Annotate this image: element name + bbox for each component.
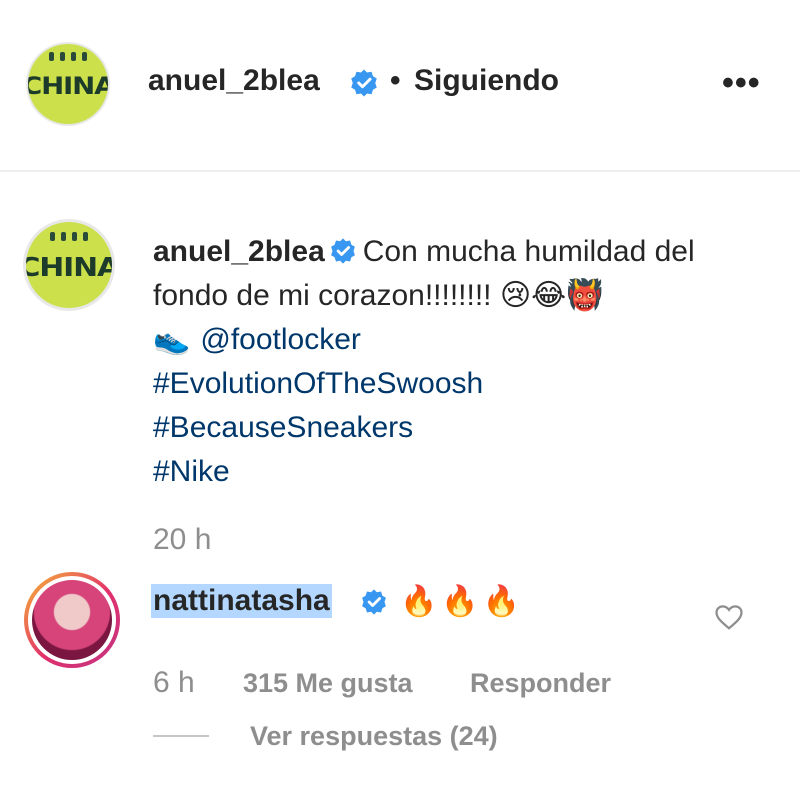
avatar-logo: CHINA xyxy=(28,72,108,100)
like-heart-icon[interactable] xyxy=(714,602,744,632)
comment-timestamp[interactable]: 6 h xyxy=(153,666,195,700)
post-caption: anuel_2blea Con mucha humildad del fondo … xyxy=(153,230,763,494)
mention-footlocker[interactable]: @footlocker xyxy=(200,323,361,356)
caption-avatar-logo: CHINA xyxy=(26,253,112,283)
header-username[interactable]: anuel_2blea xyxy=(148,64,320,98)
header-divider xyxy=(0,170,800,172)
comment-verified-badge-icon xyxy=(362,589,386,615)
caption-avatar-figures xyxy=(26,232,112,241)
reply-button[interactable]: Responder xyxy=(470,668,611,699)
post-header: CHINA anuel_2blea • Siguiendo ••• xyxy=(0,0,800,170)
comment-text: 🔥🔥🔥 xyxy=(400,584,525,619)
comment-likes[interactable]: 315 Me gusta xyxy=(243,668,413,699)
view-replies-button[interactable]: Ver respuestas (24) xyxy=(250,721,498,752)
replies-divider-line xyxy=(153,735,209,737)
commenter-photo xyxy=(28,576,116,664)
caption-verified-badge-icon xyxy=(330,238,355,264)
caption-username[interactable]: anuel_2blea xyxy=(153,235,325,268)
verified-badge-icon xyxy=(351,69,377,97)
comment-username[interactable]: nattinatasha xyxy=(151,584,332,618)
caption-emojis: 😢😂👹 xyxy=(499,278,604,313)
commenter-avatar[interactable] xyxy=(24,572,120,668)
shoe-emoji: 👟 xyxy=(153,322,191,357)
profile-avatar[interactable]: CHINA xyxy=(28,44,108,124)
hashtag-nike[interactable]: #Nike xyxy=(153,455,230,488)
following-button[interactable]: Siguiendo xyxy=(414,64,559,98)
hashtag-evolution[interactable]: #EvolutionOfTheSwoosh xyxy=(153,367,483,400)
hashtag-becausesneakers[interactable]: #BecauseSneakers xyxy=(153,411,413,444)
caption-timestamp[interactable]: 20 h xyxy=(153,523,211,557)
avatar-figures xyxy=(28,52,108,61)
caption-avatar[interactable]: CHINA xyxy=(26,222,112,308)
separator-dot: • xyxy=(390,64,401,97)
more-options-icon[interactable]: ••• xyxy=(722,64,761,103)
